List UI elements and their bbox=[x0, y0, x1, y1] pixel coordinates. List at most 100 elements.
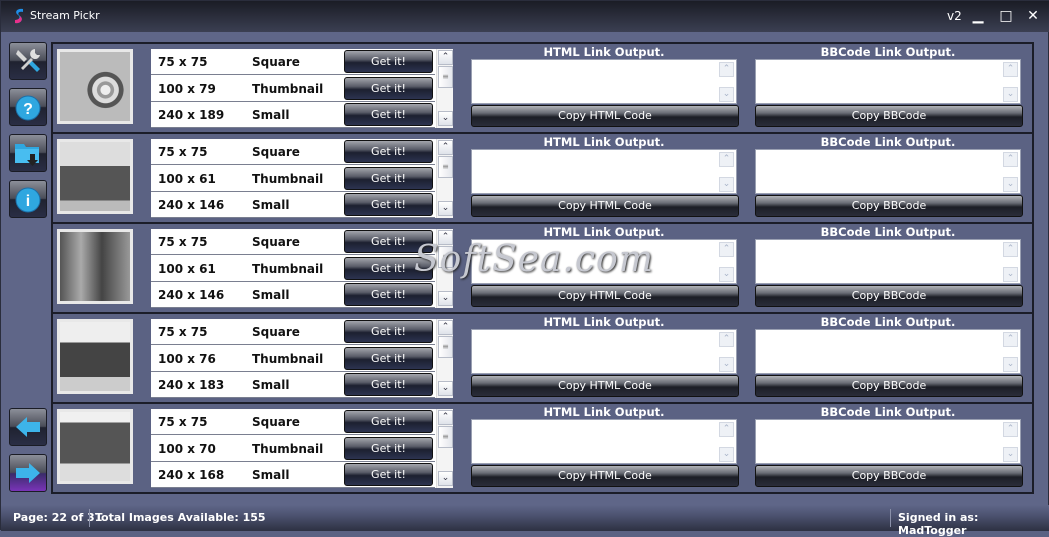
title-bar[interactable]: Stream Pickr v2 ▁ □ ✕ bbox=[1, 1, 1049, 32]
get-it-button[interactable]: Get it! bbox=[344, 140, 433, 163]
get-it-button[interactable]: Get it! bbox=[344, 230, 433, 253]
info-button[interactable]: i bbox=[9, 180, 47, 218]
get-it-button[interactable]: Get it! bbox=[344, 77, 433, 100]
scroll-down-icon[interactable]: ⌄ bbox=[438, 471, 453, 486]
image-thumbnail[interactable] bbox=[57, 319, 133, 394]
copy-html-button[interactable]: Copy HTML Code bbox=[471, 375, 739, 397]
bbcode-output-scrollbar[interactable]: ⌃ ⌄ bbox=[1003, 422, 1018, 462]
bbcode-output-textarea[interactable]: ⌃ ⌄ bbox=[755, 329, 1021, 374]
scroll-thumb[interactable]: ≡ bbox=[438, 66, 453, 88]
size-list-scrollbar[interactable]: ⌃ ≡ ⌄ bbox=[436, 139, 453, 218]
copy-html-button[interactable]: Copy HTML Code bbox=[471, 465, 739, 487]
scroll-up-icon[interactable]: ⌃ bbox=[719, 332, 734, 347]
download-folder-button[interactable] bbox=[9, 134, 47, 172]
bbcode-output-scrollbar[interactable]: ⌃ ⌄ bbox=[1003, 152, 1018, 192]
size-list-scrollbar[interactable]: ⌃ ≡ ⌄ bbox=[436, 409, 453, 488]
image-thumbnail[interactable] bbox=[57, 139, 133, 214]
image-thumbnail[interactable] bbox=[57, 229, 133, 304]
scroll-up-icon[interactable]: ⌃ bbox=[719, 242, 734, 257]
scroll-down-icon[interactable]: ⌄ bbox=[719, 357, 734, 372]
scroll-up-icon[interactable]: ⌃ bbox=[1003, 242, 1018, 257]
settings-button[interactable] bbox=[9, 42, 47, 80]
scroll-down-icon[interactable]: ⌄ bbox=[1003, 357, 1018, 372]
scroll-down-icon[interactable]: ⌄ bbox=[719, 177, 734, 192]
scroll-down-icon[interactable]: ⌄ bbox=[438, 201, 453, 216]
copy-bbcode-button[interactable]: Copy BBCode bbox=[755, 285, 1023, 307]
get-it-button[interactable]: Get it! bbox=[344, 410, 433, 433]
get-it-button[interactable]: Get it! bbox=[344, 347, 433, 370]
scroll-thumb[interactable]: ≡ bbox=[438, 336, 453, 358]
scroll-up-icon[interactable]: ⌃ bbox=[438, 230, 453, 245]
html-output-scrollbar[interactable]: ⌃ ⌄ bbox=[719, 332, 734, 372]
bbcode-output-scrollbar[interactable]: ⌃ ⌄ bbox=[1003, 242, 1018, 282]
html-output-textarea[interactable]: ⌃ ⌄ bbox=[471, 149, 737, 194]
get-it-button[interactable]: Get it! bbox=[344, 167, 433, 190]
size-list-scrollbar[interactable]: ⌃ ≡ ⌄ bbox=[436, 49, 453, 128]
copy-bbcode-button[interactable]: Copy BBCode bbox=[755, 195, 1023, 217]
maximize-button[interactable]: □ bbox=[997, 7, 1015, 25]
html-output-textarea[interactable]: ⌃ ⌄ bbox=[471, 59, 737, 104]
scroll-up-icon[interactable]: ⌃ bbox=[438, 50, 453, 65]
previous-page-button[interactable] bbox=[9, 408, 47, 446]
html-output-textarea[interactable]: ⌃ ⌄ bbox=[471, 419, 737, 464]
size-list-scrollbar[interactable]: ⌃ ≡ ⌄ bbox=[436, 319, 453, 398]
scroll-up-icon[interactable]: ⌃ bbox=[438, 320, 453, 335]
scroll-down-icon[interactable]: ⌄ bbox=[1003, 177, 1018, 192]
size-list-scrollbar[interactable]: ⌃ ≡ ⌄ bbox=[436, 229, 453, 308]
scroll-up-icon[interactable]: ⌃ bbox=[1003, 62, 1018, 77]
scroll-thumb[interactable]: ≡ bbox=[438, 156, 453, 178]
get-it-button[interactable]: Get it! bbox=[344, 437, 433, 460]
image-thumbnail[interactable] bbox=[57, 409, 133, 484]
html-output-textarea[interactable]: ⌃ ⌄ bbox=[471, 329, 737, 374]
scroll-down-icon[interactable]: ⌄ bbox=[719, 267, 734, 282]
get-it-button[interactable]: Get it! bbox=[344, 50, 433, 73]
image-thumbnail[interactable] bbox=[57, 49, 133, 124]
minimize-button[interactable]: ▁ bbox=[969, 7, 987, 25]
scroll-thumb[interactable]: ≡ bbox=[438, 246, 453, 268]
copy-html-button[interactable]: Copy HTML Code bbox=[471, 195, 739, 217]
html-output-scrollbar[interactable]: ⌃ ⌄ bbox=[719, 422, 734, 462]
html-output-textarea[interactable]: ⌃ ⌄ bbox=[471, 239, 737, 284]
copy-bbcode-button[interactable]: Copy BBCode bbox=[755, 465, 1023, 487]
scroll-down-icon[interactable]: ⌄ bbox=[719, 87, 734, 102]
next-page-button[interactable] bbox=[9, 454, 47, 492]
scroll-down-icon[interactable]: ⌄ bbox=[1003, 267, 1018, 282]
bbcode-output-textarea[interactable]: ⌃ ⌄ bbox=[755, 239, 1021, 284]
scroll-down-icon[interactable]: ⌄ bbox=[1003, 87, 1018, 102]
scroll-down-icon[interactable]: ⌄ bbox=[1003, 447, 1018, 462]
scroll-down-icon[interactable]: ⌄ bbox=[438, 381, 453, 396]
bbcode-output-textarea[interactable]: ⌃ ⌄ bbox=[755, 149, 1021, 194]
copy-html-button[interactable]: Copy HTML Code bbox=[471, 285, 739, 307]
html-output-scrollbar[interactable]: ⌃ ⌄ bbox=[719, 242, 734, 282]
scroll-up-icon[interactable]: ⌃ bbox=[719, 62, 734, 77]
scroll-down-icon[interactable]: ⌄ bbox=[438, 291, 453, 306]
bbcode-output-textarea[interactable]: ⌃ ⌄ bbox=[755, 59, 1021, 104]
bbcode-output-scrollbar[interactable]: ⌃ ⌄ bbox=[1003, 62, 1018, 102]
scroll-up-icon[interactable]: ⌃ bbox=[719, 152, 734, 167]
bbcode-output-scrollbar[interactable]: ⌃ ⌄ bbox=[1003, 332, 1018, 372]
scroll-up-icon[interactable]: ⌃ bbox=[1003, 152, 1018, 167]
scroll-down-icon[interactable]: ⌄ bbox=[438, 111, 453, 126]
copy-bbcode-button[interactable]: Copy BBCode bbox=[755, 105, 1023, 127]
get-it-button[interactable]: Get it! bbox=[344, 103, 433, 126]
scroll-up-icon[interactable]: ⌃ bbox=[438, 410, 453, 425]
html-output-scrollbar[interactable]: ⌃ ⌄ bbox=[719, 152, 734, 192]
copy-html-button[interactable]: Copy HTML Code bbox=[471, 105, 739, 127]
scroll-up-icon[interactable]: ⌃ bbox=[1003, 332, 1018, 347]
help-button[interactable]: ? bbox=[9, 88, 47, 126]
scroll-up-icon[interactable]: ⌃ bbox=[719, 422, 734, 437]
get-it-button[interactable]: Get it! bbox=[344, 373, 433, 396]
scroll-thumb[interactable]: ≡ bbox=[438, 426, 453, 448]
get-it-button[interactable]: Get it! bbox=[344, 283, 433, 306]
html-output-scrollbar[interactable]: ⌃ ⌄ bbox=[719, 62, 734, 102]
scroll-up-icon[interactable]: ⌃ bbox=[438, 140, 453, 155]
close-button[interactable]: ✕ bbox=[1024, 7, 1042, 25]
get-it-button[interactable]: Get it! bbox=[344, 320, 433, 343]
bbcode-output-textarea[interactable]: ⌃ ⌄ bbox=[755, 419, 1021, 464]
get-it-button[interactable]: Get it! bbox=[344, 193, 433, 216]
get-it-button[interactable]: Get it! bbox=[344, 257, 433, 280]
scroll-down-icon[interactable]: ⌄ bbox=[719, 447, 734, 462]
scroll-up-icon[interactable]: ⌃ bbox=[1003, 422, 1018, 437]
get-it-button[interactable]: Get it! bbox=[344, 463, 433, 486]
copy-bbcode-button[interactable]: Copy BBCode bbox=[755, 375, 1023, 397]
